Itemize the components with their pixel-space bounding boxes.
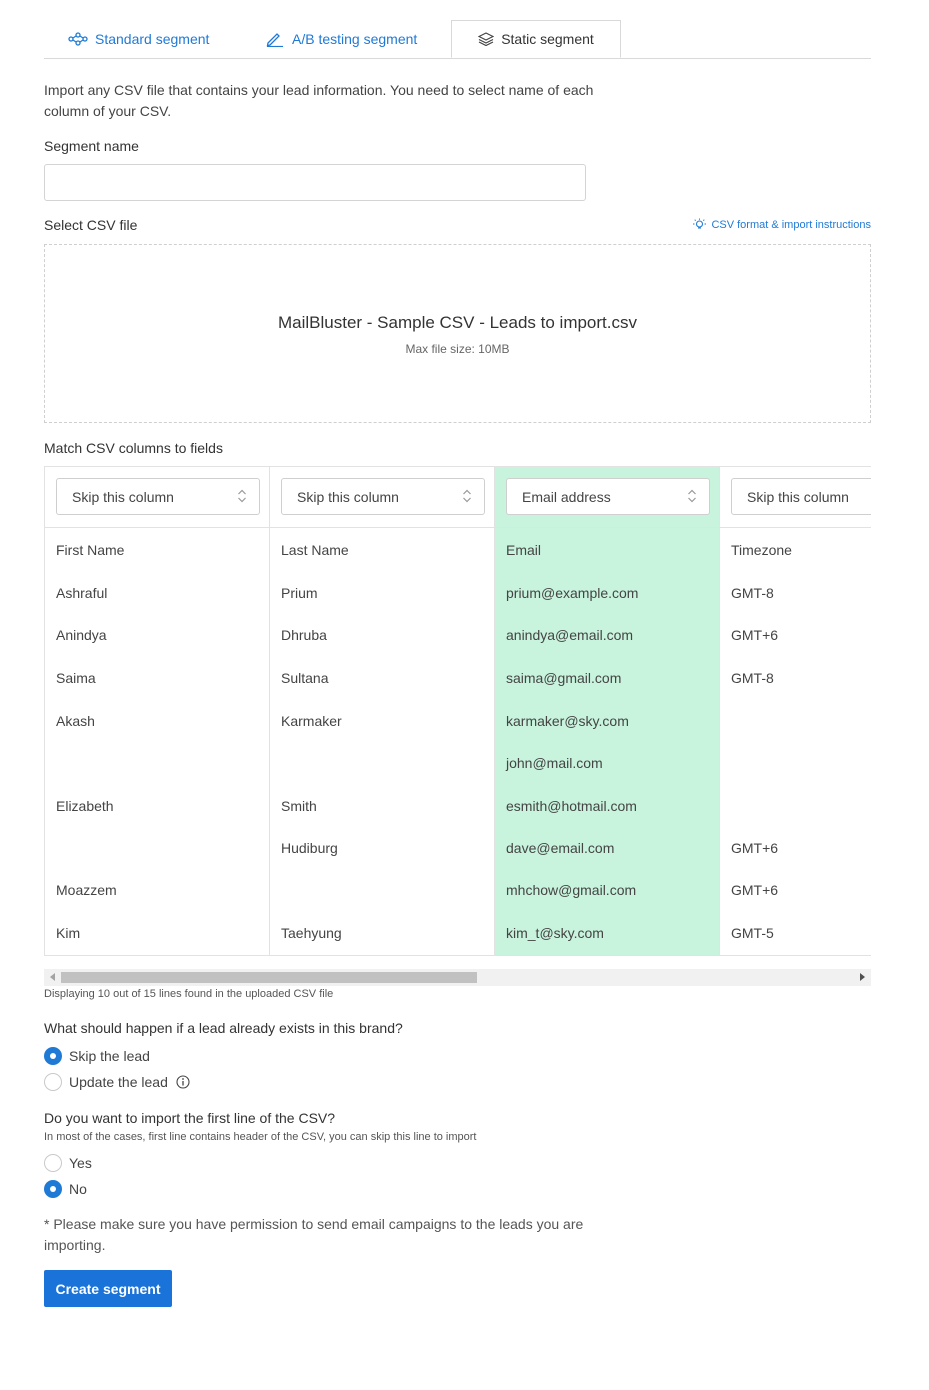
table-cell: dave@email.com [506,840,615,856]
column-header-cell: Email [506,542,542,558]
table-cell: esmith@hotmail.com [506,798,637,814]
radio-button[interactable] [44,1154,62,1172]
tab-label: Static segment [501,31,594,47]
mapping-column: Skip this column Last Name Prium Dhruba Sult… [269,466,494,955]
column-mapping-table: Skip this column First Name Ashraful Anindy… [44,466,871,956]
radio-yes[interactable]: Yes [44,1154,92,1172]
scroll-thumb[interactable] [61,972,477,983]
field-select[interactable]: Skip this column [281,478,485,515]
mapping-column-header: Email address [495,466,719,528]
table-cell: anindya@email.com [506,627,634,643]
table-cell: Smith [281,798,317,814]
csv-dropzone[interactable]: MailBluster - Sample CSV - Leads to impo… [44,244,871,423]
permission-disclaimer: * Please make sure you have permission t… [44,1216,584,1253]
mapping-column: Email address Email prium@example.com anind… [494,466,719,955]
static-segment-page: Standard segment A/B testing segment Sta… [0,0,929,1390]
existing-lead-question: What should happen if a lead already exi… [44,1020,403,1036]
pen-icon [266,32,283,47]
info-icon[interactable] [176,1075,190,1089]
table-cell: kim_t@sky.com [506,925,604,941]
segment-name-label: Segment name [44,138,139,154]
create-segment-button[interactable]: Create segment [44,1270,172,1307]
scroll-right-arrow[interactable] [860,973,865,981]
column-header-cell: Last Name [281,542,349,558]
mapping-column: Skip this column First Name Ashraful Anindy… [44,466,269,955]
table-cell: Taehyung [281,925,342,941]
radio-label: No [69,1181,87,1197]
table-cell: Ashraful [56,585,108,601]
chevron-updown-icon [688,489,696,503]
table-cell: prium@example.com [506,585,639,601]
table-cell: Hudiburg [281,840,338,856]
field-select-value: Skip this column [72,488,174,505]
table-cell: Dhruba [281,627,327,643]
table-cell: Akash [56,713,95,729]
field-select-value: Skip this column [747,488,849,505]
table-cell: GMT-8 [731,670,774,686]
tab-label: Standard segment [95,30,210,47]
field-select[interactable]: Skip this column [731,478,871,515]
first-line-hint: In most of the cases, first line contain… [44,1131,477,1143]
tab-label: A/B testing segment [292,30,418,47]
table-cell: Moazzem [56,882,117,898]
display-count-note: Displaying 10 out of 15 lines found in t… [44,988,334,1000]
table-cell: GMT+6 [731,627,779,643]
max-file-size: Max file size: 10MB [405,342,510,356]
field-select-value: Email address [522,488,611,505]
table-cell: saima@gmail.com [506,670,622,686]
radio-button[interactable] [44,1180,62,1198]
radio-update-lead[interactable]: Update the lead [44,1073,190,1091]
field-select[interactable]: Skip this column [56,478,260,515]
table-cell: Prium [281,585,318,601]
table-cell: Saima [56,670,96,686]
radio-skip-lead[interactable]: Skip the lead [44,1047,150,1065]
radio-label: Skip the lead [69,1048,150,1064]
table-cell: GMT+6 [731,840,779,856]
table-cell: Karmaker [281,713,342,729]
tab-ab-testing-segment[interactable]: A/B testing segment [265,20,445,57]
column-header-cell: Timezone [731,542,792,558]
table-cell: GMT-8 [731,585,774,601]
chevron-updown-icon [238,489,246,503]
table-cell: GMT+6 [731,882,779,898]
table-cell: Anindya [56,627,107,643]
radio-button[interactable] [44,1047,62,1065]
table-cell: john@mail.com [506,755,603,771]
radio-button[interactable] [44,1073,62,1091]
match-columns-label: Match CSV columns to fields [44,440,223,456]
segment-type-tabs: Standard segment A/B testing segment Sta… [44,20,871,59]
segment-name-input[interactable] [44,164,586,201]
table-cell: Elizabeth [56,798,114,814]
table-cell: Kim [56,925,81,941]
mapping-column: Skip this column Timezone GMT-8 GMT+6 GMT-8 G… [719,466,871,955]
table-cell: mhchow@gmail.com [506,882,637,898]
csv-instructions-link[interactable]: CSV format & import instructions [692,218,871,231]
tab-standard-segment[interactable]: Standard segment [68,20,228,57]
radio-label: Yes [69,1155,92,1171]
table-cell: karmaker@sky.com [506,713,629,729]
table-horizontal-scrollbar[interactable] [44,969,871,986]
layers-icon [478,32,495,46]
column-header-cell: First Name [56,542,125,558]
select-csv-label: Select CSV file [44,217,138,233]
csv-instructions-label: CSV format & import instructions [711,218,871,231]
uploaded-file-name: MailBluster - Sample CSV - Leads to impo… [277,313,637,332]
chevron-updown-icon [463,489,471,503]
table-cell: Sultana [281,670,329,686]
scroll-left-arrow[interactable] [50,973,55,981]
table-cell: GMT-5 [731,925,774,941]
field-select-value: Skip this column [297,488,399,505]
field-select[interactable]: Email address [506,478,710,515]
radio-no[interactable]: No [44,1180,87,1198]
mapping-column-header: Skip this column [270,466,494,528]
first-line-question: Do you want to import the first line of … [44,1110,336,1126]
hierarchy-icon [68,31,88,46]
mapping-column-header: Skip this column [720,466,871,528]
tab-static-segment[interactable]: Static segment [451,20,621,58]
mapping-column-header: Skip this column [45,466,269,528]
intro-text: Import any CSV file that contains your l… [44,82,594,119]
radio-label: Update the lead [69,1074,168,1090]
lightbulb-icon [693,218,707,229]
